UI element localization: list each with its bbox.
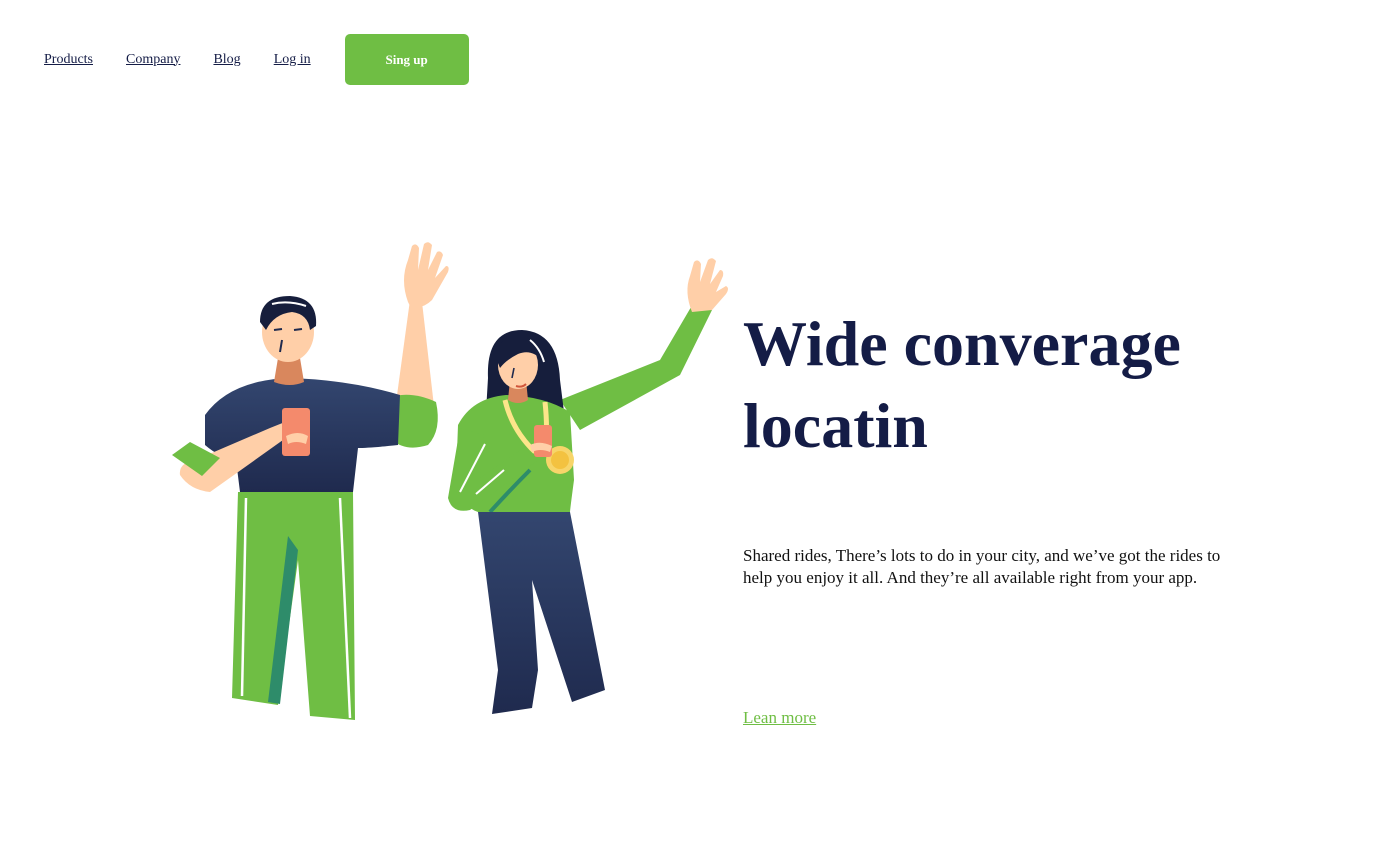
top-nav: Products Company Blog Log in Sing up: [44, 34, 469, 85]
landing-page: Products Company Blog Log in Sing up Wid…: [0, 0, 1386, 847]
learn-more-link[interactable]: Lean more: [743, 708, 816, 728]
nav-products-link[interactable]: Products: [44, 52, 93, 68]
woman-figure: [448, 258, 728, 714]
hero-illustration: [160, 230, 740, 730]
signup-button[interactable]: Sing up: [344, 34, 469, 85]
hero-description: Shared rides, There’s lots to do in your…: [743, 546, 1221, 587]
nav-blog-link[interactable]: Blog: [213, 52, 240, 68]
nav-login-link[interactable]: Log in: [274, 52, 311, 68]
hero-title: Wide converage locatin: [743, 308, 1181, 461]
man-figure: [172, 242, 449, 720]
two-people-waving-illustration-icon: [172, 242, 728, 720]
nav-company-link[interactable]: Company: [126, 52, 180, 68]
